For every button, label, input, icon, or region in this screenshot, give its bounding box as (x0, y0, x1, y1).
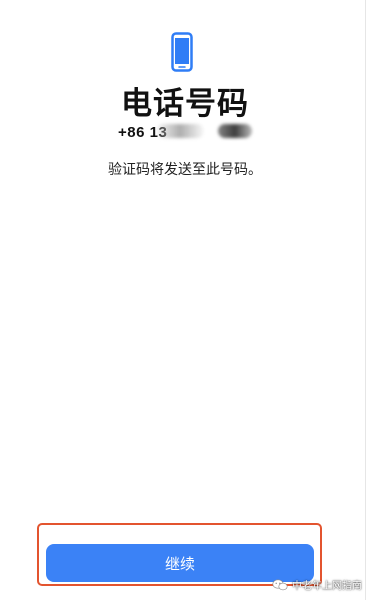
phone-number-redaction (218, 124, 252, 138)
watermark-text: 中老年上网指南 (292, 581, 362, 592)
verification-hint: 验证码将发送至此号码。 (108, 162, 262, 178)
phone-number-redaction (156, 124, 204, 138)
phone-icon (171, 32, 193, 72)
watermark: 中老年上网指南 (272, 577, 362, 592)
wechat-icon (272, 579, 288, 590)
page-title: 电话号码 (121, 86, 249, 122)
